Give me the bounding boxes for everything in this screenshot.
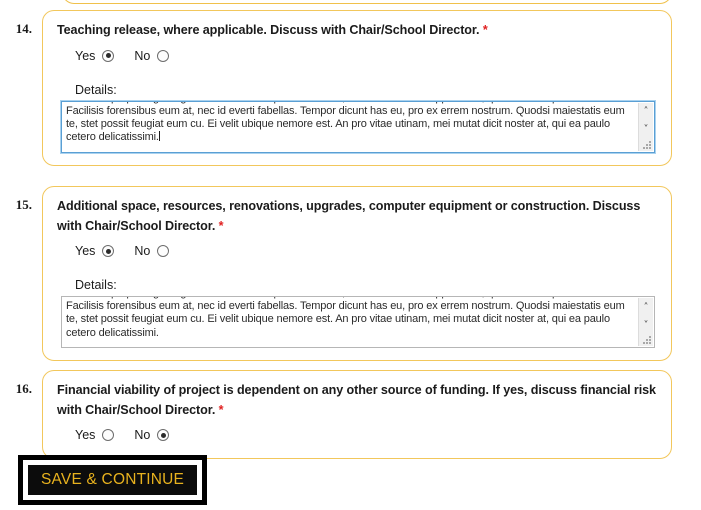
- save-and-continue-button[interactable]: SAVE & CONTINUE: [28, 465, 198, 496]
- question-card-16: Financial viability of project is depend…: [42, 370, 672, 460]
- radio-label-yes-16: Yes: [75, 428, 96, 443]
- radio-option-yes-16[interactable]: Yes: [75, 428, 115, 443]
- question-text-14: Teaching release, where applicable. Disc…: [57, 21, 657, 41]
- details-label-15: Details:: [75, 278, 117, 293]
- radio-group-16: Yes No: [57, 424, 657, 446]
- details-textarea-15[interactable]: ius nobis propriae gubergren cu. Graeco …: [61, 296, 655, 349]
- details-textarea-value-15: ius nobis propriae gubergren cu. Graeco …: [66, 297, 625, 339]
- text-caret-14: [159, 131, 161, 142]
- question-label-14: Teaching release, where applicable. Disc…: [57, 23, 480, 37]
- scroll-down-icon-15[interactable]: ˅: [639, 318, 653, 333]
- question-card-14: Teaching release, where applicable. Disc…: [42, 10, 672, 166]
- radio-option-yes-14[interactable]: Yes: [75, 48, 115, 63]
- radio-label-no-15: No: [134, 244, 151, 259]
- details-textarea-value-14: ius nobis propriae gubergren cu. Graeco …: [66, 102, 625, 144]
- radio-input-yes-15[interactable]: [102, 245, 115, 258]
- details-textarea-wrap-15: ius nobis propriae gubergren cu. Graeco …: [61, 296, 655, 349]
- radio-label-no-16: No: [134, 428, 151, 443]
- question-number-14: 14.: [15, 21, 32, 36]
- question-number-16: 16.: [15, 381, 32, 396]
- question-text-16: Financial viability of project is depend…: [57, 381, 657, 420]
- question-block-15: 15. Additional space, resources, renovat…: [0, 186, 672, 362]
- radio-input-no-16[interactable]: [157, 429, 170, 442]
- form-page: 14. Teaching release, where applicable. …: [0, 0, 701, 510]
- question-block-14: 14. Teaching release, where applicable. …: [0, 10, 672, 166]
- radio-label-yes-15: Yes: [75, 244, 96, 259]
- radio-option-no-15[interactable]: No: [134, 244, 170, 259]
- question-block-16: 16. Financial viability of project is de…: [0, 370, 672, 460]
- scroll-down-icon-14[interactable]: ˅: [639, 123, 653, 138]
- radio-group-14: Yes No: [57, 45, 657, 67]
- radio-input-no-15[interactable]: [157, 245, 170, 258]
- question-label-16: Financial viability of project is depend…: [57, 383, 656, 417]
- resize-grip-icon-14[interactable]: [643, 140, 652, 150]
- radio-input-yes-16[interactable]: [102, 429, 115, 442]
- question-label-15: Additional space, resources, renovations…: [57, 199, 641, 233]
- details-textarea-text-15: ius nobis propriae gubergren cu. Graeco …: [66, 297, 628, 340]
- previous-question-card-partial: [62, 0, 672, 4]
- radio-input-no-14[interactable]: [157, 49, 170, 62]
- question-number-15: 15.: [15, 197, 32, 212]
- required-asterisk-16: *: [218, 402, 224, 417]
- save-button-focus-ring: SAVE & CONTINUE: [18, 455, 208, 506]
- scroll-up-icon-15[interactable]: ˄: [639, 300, 653, 315]
- scroll-up-icon-14[interactable]: ˄: [639, 105, 653, 120]
- question-card-15: Additional space, resources, renovations…: [42, 186, 672, 362]
- details-textarea-14[interactable]: ius nobis propriae gubergren cu. Graeco …: [61, 100, 655, 153]
- resize-grip-icon-15[interactable]: [643, 336, 652, 345]
- details-textarea-text-14: ius nobis propriae gubergren cu. Graeco …: [66, 102, 628, 145]
- radio-option-yes-15[interactable]: Yes: [75, 244, 115, 259]
- radio-label-yes-14: Yes: [75, 48, 96, 63]
- question-text-15: Additional space, resources, renovations…: [57, 197, 657, 236]
- radio-option-no-16[interactable]: No: [134, 428, 170, 443]
- required-asterisk-15: *: [218, 218, 224, 233]
- radio-option-no-14[interactable]: No: [134, 48, 170, 63]
- radio-group-15: Yes No: [57, 240, 657, 262]
- details-textarea-wrap-14: ius nobis propriae gubergren cu. Graeco …: [61, 100, 655, 153]
- required-asterisk-14: *: [482, 23, 488, 37]
- radio-input-yes-14[interactable]: [102, 49, 115, 62]
- radio-label-no-14: No: [134, 48, 151, 63]
- details-label-14: Details:: [75, 82, 117, 97]
